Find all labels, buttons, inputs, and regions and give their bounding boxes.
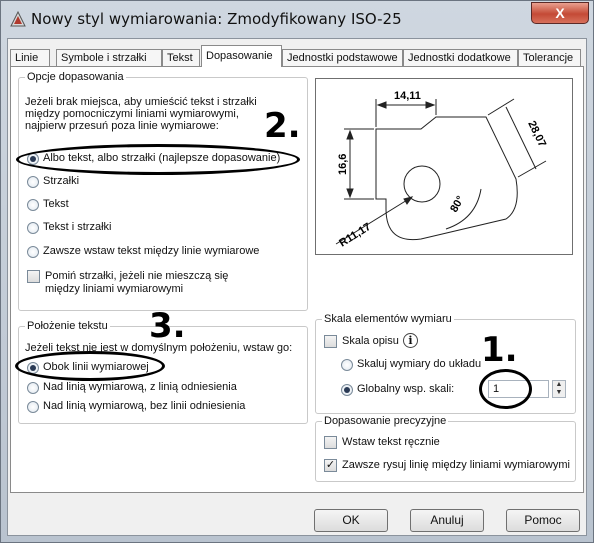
checkbox-annotative[interactable] [324, 335, 337, 348]
text-placement-legend: Położenie tekstu [25, 320, 110, 332]
spin-down-icon[interactable]: ▼ [553, 389, 565, 397]
title-bar[interactable]: Nowy styl wymiarowania: Zmodyfikowany IS… [1, 1, 594, 37]
dimension-preview: 14,11 16,6 28,07 80° R11,17 [315, 78, 573, 255]
checkbox-suppress-arrows-label2[interactable]: między liniami wymiarowymi [45, 283, 183, 295]
radio-over-without-leader-label[interactable]: Nad linią wymiarową, bez linii odniesien… [43, 400, 245, 412]
radio-global-scale[interactable] [341, 384, 353, 396]
annotation-ellipse-text-placement [15, 351, 165, 381]
autocad-app-icon [10, 10, 26, 27]
fit-description-line2: między pomocniczymi liniami wymiarowymi, [25, 108, 239, 120]
annotation-ellipse-scale-input [479, 369, 532, 409]
annotation-number-3: 3. [149, 306, 186, 346]
spin-up-icon[interactable]: ▲ [553, 381, 565, 389]
preview-label-radius: R11,17 [337, 221, 373, 250]
preview-label-top: 14,11 [394, 90, 421, 102]
global-scale-spinner[interactable]: ▲ ▼ [552, 380, 566, 398]
radio-text-label[interactable]: Tekst [43, 198, 69, 210]
tab-dopasowanie[interactable]: Dopasowanie [201, 45, 282, 67]
checkmark-icon: ✓ [325, 459, 336, 471]
cancel-button[interactable]: Anuluj [410, 509, 484, 532]
radio-global-scale-label[interactable]: Globalny wsp. skali: [357, 383, 454, 395]
checkbox-place-text-manually-label[interactable]: Wstaw tekst ręcznie [342, 436, 440, 448]
annotation-number-1: 1. [481, 330, 518, 370]
checkbox-suppress-arrows-label1[interactable]: Pomiń strzałki, jeżeli nie mieszczą się [45, 270, 228, 282]
tab-jednostki-dodatkowe[interactable]: Jednostki dodatkowe [403, 49, 518, 67]
scale-legend: Skala elementów wymiaru [322, 313, 454, 325]
tab-tekst[interactable]: Tekst [162, 49, 200, 67]
radio-always-between-label[interactable]: Zawsze wstaw tekst między linie wymiarow… [43, 245, 259, 257]
tab-bar: Linie Symbole i strzałki Tekst Dopasowan… [10, 45, 584, 67]
radio-text[interactable] [27, 199, 39, 211]
preview-label-angle: 80° [448, 194, 467, 214]
window-title: Nowy styl wymiarowania: Zmodyfikowany IS… [31, 10, 402, 28]
preview-drawing: 14,11 16,6 28,07 80° R11,17 [335, 90, 548, 250]
radio-text-and-arrows-label[interactable]: Tekst i strzałki [43, 221, 111, 233]
radio-arrows[interactable] [27, 176, 39, 188]
radio-always-between[interactable] [27, 246, 39, 258]
radio-scale-to-layout-label[interactable]: Skaluj wymiary do układu [357, 358, 481, 370]
checkbox-suppress-arrows[interactable] [27, 270, 40, 283]
info-icon[interactable]: i [403, 333, 418, 348]
tab-panel-dopasowanie: Opcje dopasowania Jeżeli brak miejsca, a… [10, 66, 584, 493]
checkbox-annotative-label[interactable]: Skala opisu [342, 335, 399, 347]
preview-label-right: 28,07 [525, 119, 548, 149]
tab-symbole[interactable]: Symbole i strzałki [56, 49, 162, 67]
fine-tuning-group: Dopasowanie precyzyjne [315, 415, 576, 482]
radio-over-with-leader[interactable] [27, 382, 39, 394]
checkbox-draw-dim-line-label[interactable]: Zawsze rysuj linię między liniami wymiar… [342, 459, 570, 471]
annotation-number-2: 2. [264, 106, 301, 146]
preview-label-left: 16,6 [337, 154, 349, 175]
checkbox-place-text-manually[interactable] [324, 436, 337, 449]
annotation-ellipse-fit-option [16, 144, 300, 175]
ok-button[interactable]: OK [314, 509, 388, 532]
fit-description-line1: Jeżeli brak miejsca, aby umieścić tekst … [25, 96, 257, 108]
radio-arrows-label[interactable]: Strzałki [43, 175, 79, 187]
help-button[interactable]: Pomoc [506, 509, 580, 532]
radio-over-without-leader[interactable] [27, 401, 39, 413]
radio-over-with-leader-label[interactable]: Nad linią wymiarową, z linią odniesienia [43, 381, 237, 393]
tab-jednostki-podstawowe[interactable]: Jednostki podstawowe [282, 49, 403, 67]
tab-tolerancje[interactable]: Tolerancje [518, 49, 581, 67]
fit-options-legend: Opcje dopasowania [25, 71, 126, 83]
close-icon: X [555, 5, 565, 21]
fit-description-line3: najpierw przesuń poza linie wymiarowe: [25, 120, 219, 132]
radio-text-and-arrows[interactable] [27, 222, 39, 234]
radio-scale-to-layout[interactable] [341, 359, 353, 371]
checkbox-draw-dim-line[interactable]: ✓ [324, 459, 337, 472]
close-button[interactable]: X [531, 2, 589, 24]
fine-tuning-legend: Dopasowanie precyzyjne [322, 415, 449, 427]
tab-linie[interactable]: Linie [10, 49, 50, 67]
